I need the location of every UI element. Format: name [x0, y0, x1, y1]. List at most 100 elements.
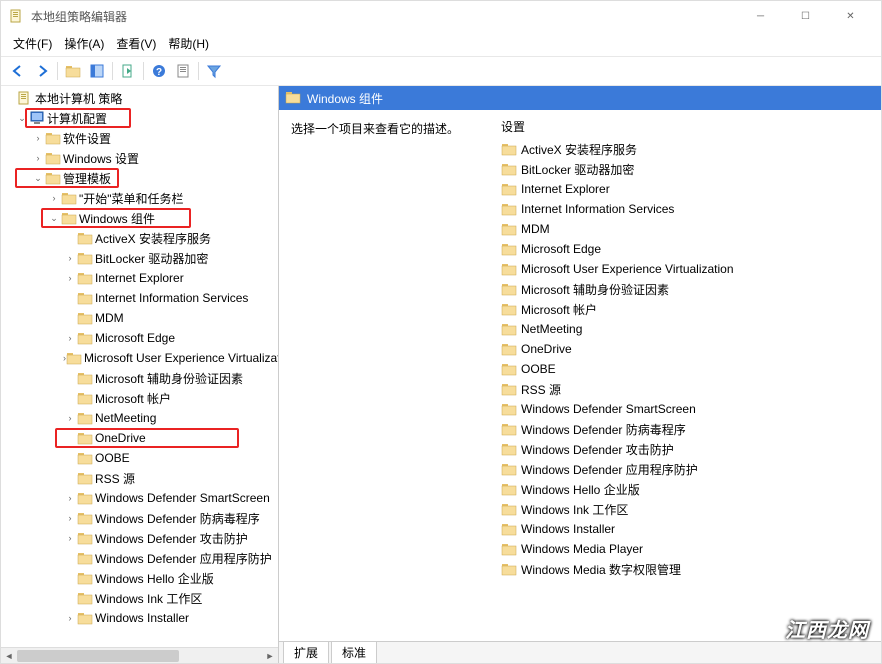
tree-item[interactable]: Windows Defender 应用程序防护	[1, 548, 278, 568]
tree-windows-components[interactable]: ⌄ Windows 组件	[1, 208, 278, 228]
folder-icon	[66, 350, 82, 366]
setting-item[interactable]: OOBE	[489, 359, 881, 379]
collapse-icon[interactable]: ⌄	[31, 173, 45, 184]
tree-item[interactable]: ›Windows Defender SmartScreen	[1, 488, 278, 508]
menu-action[interactable]: 操作(A)	[60, 33, 108, 54]
collapse-icon[interactable]: ⌄	[47, 213, 61, 224]
expand-icon[interactable]: ›	[63, 613, 77, 623]
details-header: Windows 组件	[279, 86, 881, 110]
setting-item[interactable]: Windows Media Player	[489, 539, 881, 559]
filter-button[interactable]	[203, 60, 225, 82]
tree-item[interactable]: ActiveX 安装程序服务	[1, 228, 278, 248]
tree-item[interactable]: ›Windows Defender 防病毒程序	[1, 508, 278, 528]
menu-view[interactable]: 查看(V)	[112, 33, 160, 54]
collapse-icon[interactable]: ⌄	[15, 113, 29, 124]
tree-item[interactable]: ›Windows Installer	[1, 608, 278, 628]
setting-item[interactable]: Windows Media 数字权限管理	[489, 559, 881, 579]
tree-item[interactable]: Microsoft 帐户	[1, 388, 278, 408]
setting-item[interactable]: Windows Defender SmartScreen	[489, 399, 881, 419]
toolbar: ?	[1, 56, 881, 86]
setting-item[interactable]: BitLocker 驱动器加密	[489, 159, 881, 179]
expand-icon[interactable]: ›	[63, 493, 77, 503]
tree-item[interactable]: Windows Ink 工作区	[1, 588, 278, 608]
expand-icon[interactable]: ›	[47, 193, 61, 203]
setting-item[interactable]: Microsoft 帐户	[489, 299, 881, 319]
setting-item[interactable]: MDM	[489, 219, 881, 239]
expand-icon[interactable]: ›	[31, 153, 45, 163]
setting-item[interactable]: RSS 源	[489, 379, 881, 399]
tree-root[interactable]: 本地计算机 策略	[1, 88, 278, 108]
tree-item[interactable]: ›Microsoft Edge	[1, 328, 278, 348]
folder-up-button[interactable]	[62, 60, 84, 82]
tab-standard[interactable]: 标准	[331, 642, 377, 664]
setting-item[interactable]: Windows Defender 防病毒程序	[489, 419, 881, 439]
tree-software-settings[interactable]: › 软件设置	[1, 128, 278, 148]
folder-icon	[45, 170, 61, 186]
tree-windows-settings[interactable]: › Windows 设置	[1, 148, 278, 168]
titlebar: 本地组策略编辑器 ─ ☐ ✕	[1, 1, 881, 31]
scroll-thumb[interactable]	[17, 650, 179, 662]
export-button[interactable]	[117, 60, 139, 82]
tree-hscrollbar[interactable]: ◄ ►	[1, 647, 278, 663]
minimize-button[interactable]: ─	[738, 1, 783, 31]
tree-item[interactable]: ›BitLocker 驱动器加密	[1, 248, 278, 268]
setting-item[interactable]: Microsoft User Experience Virtualization	[489, 259, 881, 279]
expand-icon[interactable]: ›	[63, 273, 77, 283]
folder-icon	[77, 430, 93, 446]
folder-icon	[501, 501, 517, 517]
setting-item[interactable]: Windows Defender 应用程序防护	[489, 459, 881, 479]
setting-item[interactable]: Internet Explorer	[489, 179, 881, 199]
tree-item[interactable]: MDM	[1, 308, 278, 328]
tree-item[interactable]: ›NetMeeting	[1, 408, 278, 428]
back-button[interactable]	[7, 60, 29, 82]
tree-item[interactable]: Internet Information Services	[1, 288, 278, 308]
tree-admin-templates[interactable]: ⌄ 管理模板	[1, 168, 278, 188]
tab-extended[interactable]: 扩展	[283, 642, 329, 664]
app-window: 本地组策略编辑器 ─ ☐ ✕ 文件(F) 操作(A) 查看(V) 帮助(H) ?	[0, 0, 882, 664]
folder-icon	[77, 570, 93, 586]
scroll-right-icon[interactable]: ►	[262, 651, 278, 661]
forward-button[interactable]	[31, 60, 53, 82]
tree-pane[interactable]: 本地计算机 策略 ⌄ 计算机配置 › 软件设置 › Windows 设置	[1, 86, 279, 663]
show-hide-tree-button[interactable]	[86, 60, 108, 82]
setting-item[interactable]: Windows Hello 企业版	[489, 479, 881, 499]
folder-icon	[501, 421, 517, 437]
folder-icon	[77, 610, 93, 626]
setting-item[interactable]: Windows Defender 攻击防护	[489, 439, 881, 459]
tree-item[interactable]: ›Internet Explorer	[1, 268, 278, 288]
setting-item[interactable]: Internet Information Services	[489, 199, 881, 219]
tree-item[interactable]: ›Windows Defender 攻击防护	[1, 528, 278, 548]
setting-item[interactable]: NetMeeting	[489, 319, 881, 339]
expand-icon[interactable]: ›	[63, 333, 77, 343]
menu-file[interactable]: 文件(F)	[9, 33, 56, 54]
close-button[interactable]: ✕	[828, 1, 873, 31]
setting-item[interactable]: Microsoft Edge	[489, 239, 881, 259]
expand-icon[interactable]: ›	[31, 133, 45, 143]
folder-icon	[77, 550, 93, 566]
properties-button[interactable]	[172, 60, 194, 82]
tree-item[interactable]: ›Microsoft User Experience Virtualizatio…	[1, 348, 278, 368]
tree-item[interactable]: OOBE	[1, 448, 278, 468]
tree-item[interactable]: RSS 源	[1, 468, 278, 488]
menubar: 文件(F) 操作(A) 查看(V) 帮助(H)	[1, 31, 881, 56]
menu-help[interactable]: 帮助(H)	[164, 33, 213, 54]
folder-icon	[501, 221, 517, 237]
setting-item[interactable]: Windows Ink 工作区	[489, 499, 881, 519]
tree-start-menu-taskbar[interactable]: › "开始"菜单和任务栏	[1, 188, 278, 208]
tree-computer-config[interactable]: ⌄ 计算机配置	[1, 108, 278, 128]
setting-item[interactable]: Microsoft 辅助身份验证因素	[489, 279, 881, 299]
setting-item[interactable]: OneDrive	[489, 339, 881, 359]
scroll-left-icon[interactable]: ◄	[1, 651, 17, 661]
tree-item-onedrive[interactable]: OneDrive	[1, 428, 278, 448]
expand-icon[interactable]: ›	[63, 513, 77, 523]
maximize-button[interactable]: ☐	[783, 1, 828, 31]
folder-icon	[77, 450, 93, 466]
expand-icon[interactable]: ›	[63, 413, 77, 423]
tree-item[interactable]: Microsoft 辅助身份验证因素	[1, 368, 278, 388]
help-button[interactable]: ?	[148, 60, 170, 82]
expand-icon[interactable]: ›	[63, 253, 77, 263]
tree-item[interactable]: Windows Hello 企业版	[1, 568, 278, 588]
setting-item[interactable]: Windows Installer	[489, 519, 881, 539]
expand-icon[interactable]: ›	[63, 533, 77, 543]
setting-item[interactable]: ActiveX 安装程序服务	[489, 139, 881, 159]
